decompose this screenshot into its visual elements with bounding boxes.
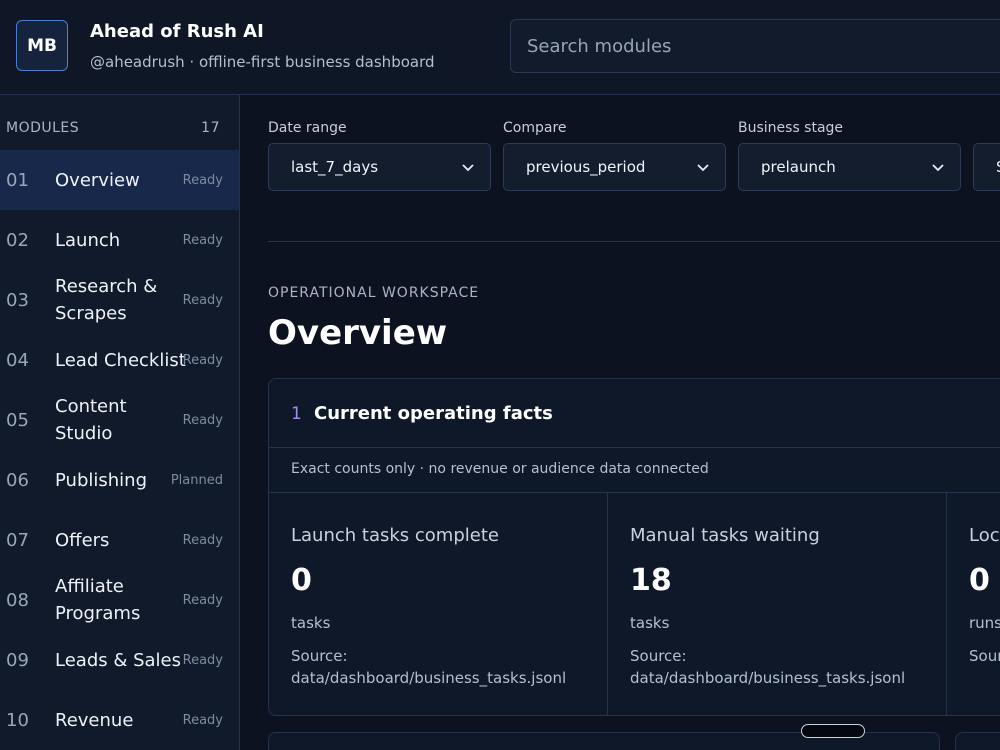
card-header: 1 Current operating facts	[269, 379, 1000, 448]
sidebar-item-lead-checklist[interactable]: 04 Lead Checklist Ready	[0, 330, 239, 390]
compare-value: previous_period	[526, 158, 646, 176]
top-header: MB Ahead of Rush AI @aheadrush · offline…	[0, 0, 1000, 95]
scroll-handle[interactable]	[801, 724, 865, 738]
metric-source-label: Source:	[630, 647, 687, 665]
sidebar-item-number: 04	[6, 349, 29, 371]
fourth-filter-select[interactable]: S	[973, 143, 1000, 191]
sidebar-item-number: 09	[6, 649, 29, 671]
metric-manual-tasks: Manual tasks waiting 18 tasks Source: da…	[608, 493, 947, 716]
sidebar-item-number: 10	[6, 709, 29, 731]
sidebar-item-number: 03	[6, 289, 29, 311]
sidebar-item-label: Leads & Sales	[55, 649, 182, 671]
search-input[interactable]	[510, 19, 1000, 73]
sidebar-item-label: Lead Checklist	[55, 349, 186, 371]
metric-source-path: data/dashboard/business_tasks.jsonl	[291, 669, 567, 687]
date-range-value: last_7_days	[291, 158, 379, 176]
metric-unit: runs	[969, 614, 1000, 632]
card-note-row: Exact counts only · no revenue or audien…	[269, 448, 1000, 493]
brand-title: Ahead of Rush AI	[90, 21, 264, 42]
modules-heading-label: MODULES	[6, 120, 80, 136]
sidebar-item-status: Ready	[182, 592, 223, 608]
sidebar-item-publishing[interactable]: 06 Publishing Planned	[0, 450, 239, 510]
sidebar-item-status: Ready	[182, 292, 223, 308]
metric-local-runs: Loca 0 runs Sour	[947, 493, 1000, 716]
compare-select[interactable]: previous_period	[503, 143, 726, 191]
sidebar-item-number: 02	[6, 229, 29, 251]
card-note: Exact counts only · no revenue or audien…	[291, 461, 709, 477]
sidebar-item-status: Ready	[182, 712, 223, 728]
sidebar-item-status: Ready	[182, 352, 223, 368]
sidebar-item-number: 05	[6, 409, 29, 431]
brand-avatar[interactable]: MB	[16, 20, 68, 71]
sidebar-item-label: Revenue	[55, 709, 134, 731]
operating-facts-card: 1 Current operating facts Exact counts o…	[268, 378, 1000, 716]
metric-source-label: Sour	[969, 647, 1000, 665]
sidebar-item-label: Launch	[55, 229, 121, 251]
chevron-down-icon	[697, 164, 709, 172]
metric-label: Loca	[969, 525, 1000, 546]
sidebar-item-revenue[interactable]: 10 Revenue Ready	[0, 690, 239, 750]
section-divider	[268, 241, 1000, 242]
sidebar-item-status: Planned	[170, 472, 223, 488]
sidebar-item-number: 08	[6, 589, 29, 611]
sidebar-item-leads-sales[interactable]: 09 Leads & Sales Ready	[0, 630, 239, 690]
card-number: 1	[291, 404, 302, 424]
compare-label: Compare	[503, 120, 567, 136]
metric-source: Source: data/dashboard/business_tasks.js…	[291, 645, 566, 689]
sidebar-item-number: 07	[6, 529, 29, 551]
business-stage-value: prelaunch	[761, 158, 836, 176]
sidebar: MODULES 17 01 Overview Ready 02 Launch R…	[0, 95, 240, 750]
sidebar-item-number: 01	[6, 169, 29, 191]
metric-source: Source: data/dashboard/business_tasks.js…	[630, 645, 905, 689]
chevron-down-icon	[462, 164, 474, 172]
business-stage-label: Business stage	[738, 120, 844, 136]
fourth-filter-value: S	[996, 158, 1000, 176]
metric-value: 18	[630, 563, 672, 598]
sidebar-item-offers[interactable]: 07 Offers Ready	[0, 510, 239, 570]
metric-value: 0	[969, 563, 990, 598]
page-title: Overview	[268, 313, 448, 353]
sidebar-item-content-studio[interactable]: 05 Content Studio Ready	[0, 390, 239, 450]
modules-count: 17	[201, 120, 220, 136]
sidebar-item-status: Ready	[182, 172, 223, 188]
date-range-label: Date range	[268, 120, 347, 136]
sidebar-item-status: Ready	[182, 652, 223, 668]
metric-launch-tasks: Launch tasks complete 0 tasks Source: da…	[269, 493, 608, 716]
sidebar-item-label: Content Studio	[55, 396, 127, 444]
sidebar-item-status: Ready	[182, 412, 223, 428]
sidebar-item-status: Ready	[182, 232, 223, 248]
metric-source-path: data/dashboard/business_tasks.jsonl	[630, 669, 906, 687]
app-root: MB Ahead of Rush AI @aheadrush · offline…	[0, 0, 1000, 750]
sidebar-item-label: Research & Scrapes	[55, 276, 158, 324]
sidebar-item-label: Overview	[55, 169, 140, 191]
sidebar-item-affiliate-programs[interactable]: 08 Affiliate Programs Ready	[0, 570, 239, 630]
metric-source-label: Source:	[291, 647, 348, 665]
card-title: Current operating facts	[314, 403, 553, 424]
sidebar-item-launch[interactable]: 02 Launch Ready	[0, 210, 239, 270]
sidebar-item-label: Affiliate Programs	[55, 576, 141, 624]
date-range-select[interactable]: last_7_days	[268, 143, 491, 191]
metric-unit: tasks	[291, 614, 331, 632]
page-eyebrow: OPERATIONAL WORKSPACE	[268, 285, 480, 301]
metric-value: 0	[291, 563, 312, 598]
sidebar-item-research-scrapes[interactable]: 03 Research & Scrapes Ready	[0, 270, 239, 330]
sidebar-item-overview[interactable]: 01 Overview Ready	[0, 150, 239, 210]
metric-source: Sour	[969, 645, 1000, 667]
sidebar-item-label: Offers	[55, 529, 110, 551]
sidebar-item-label: Publishing	[55, 469, 147, 491]
modules-heading: MODULES 17	[6, 120, 220, 136]
metric-label: Launch tasks complete	[291, 525, 499, 546]
chevron-down-icon	[932, 164, 944, 172]
sidebar-item-number: 06	[6, 469, 29, 491]
sidebar-item-status: Ready	[182, 532, 223, 548]
metric-label: Manual tasks waiting	[630, 525, 820, 546]
next-card-right	[955, 732, 1000, 750]
business-stage-select[interactable]: prelaunch	[738, 143, 961, 191]
brand-subtitle: @aheadrush · offline-first business dash…	[90, 53, 435, 71]
metric-unit: tasks	[630, 614, 670, 632]
